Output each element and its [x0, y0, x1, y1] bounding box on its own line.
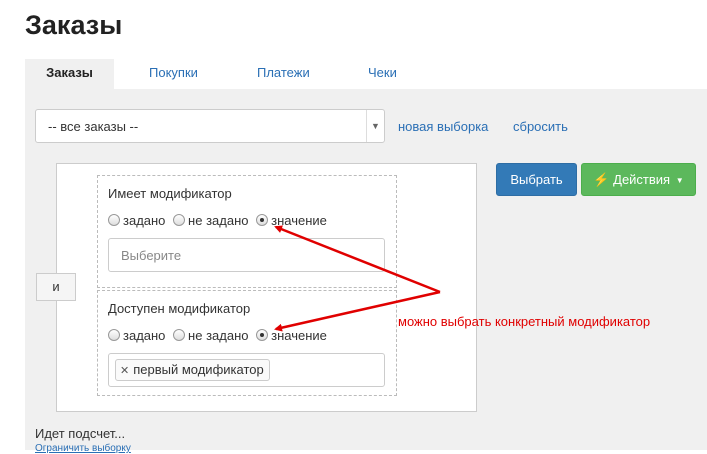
annotation-arrows: [274, 225, 441, 332]
annotation-text: можно выбрать конкретный модификатор: [398, 314, 651, 329]
annotation-arrow-upper: [274, 225, 441, 294]
